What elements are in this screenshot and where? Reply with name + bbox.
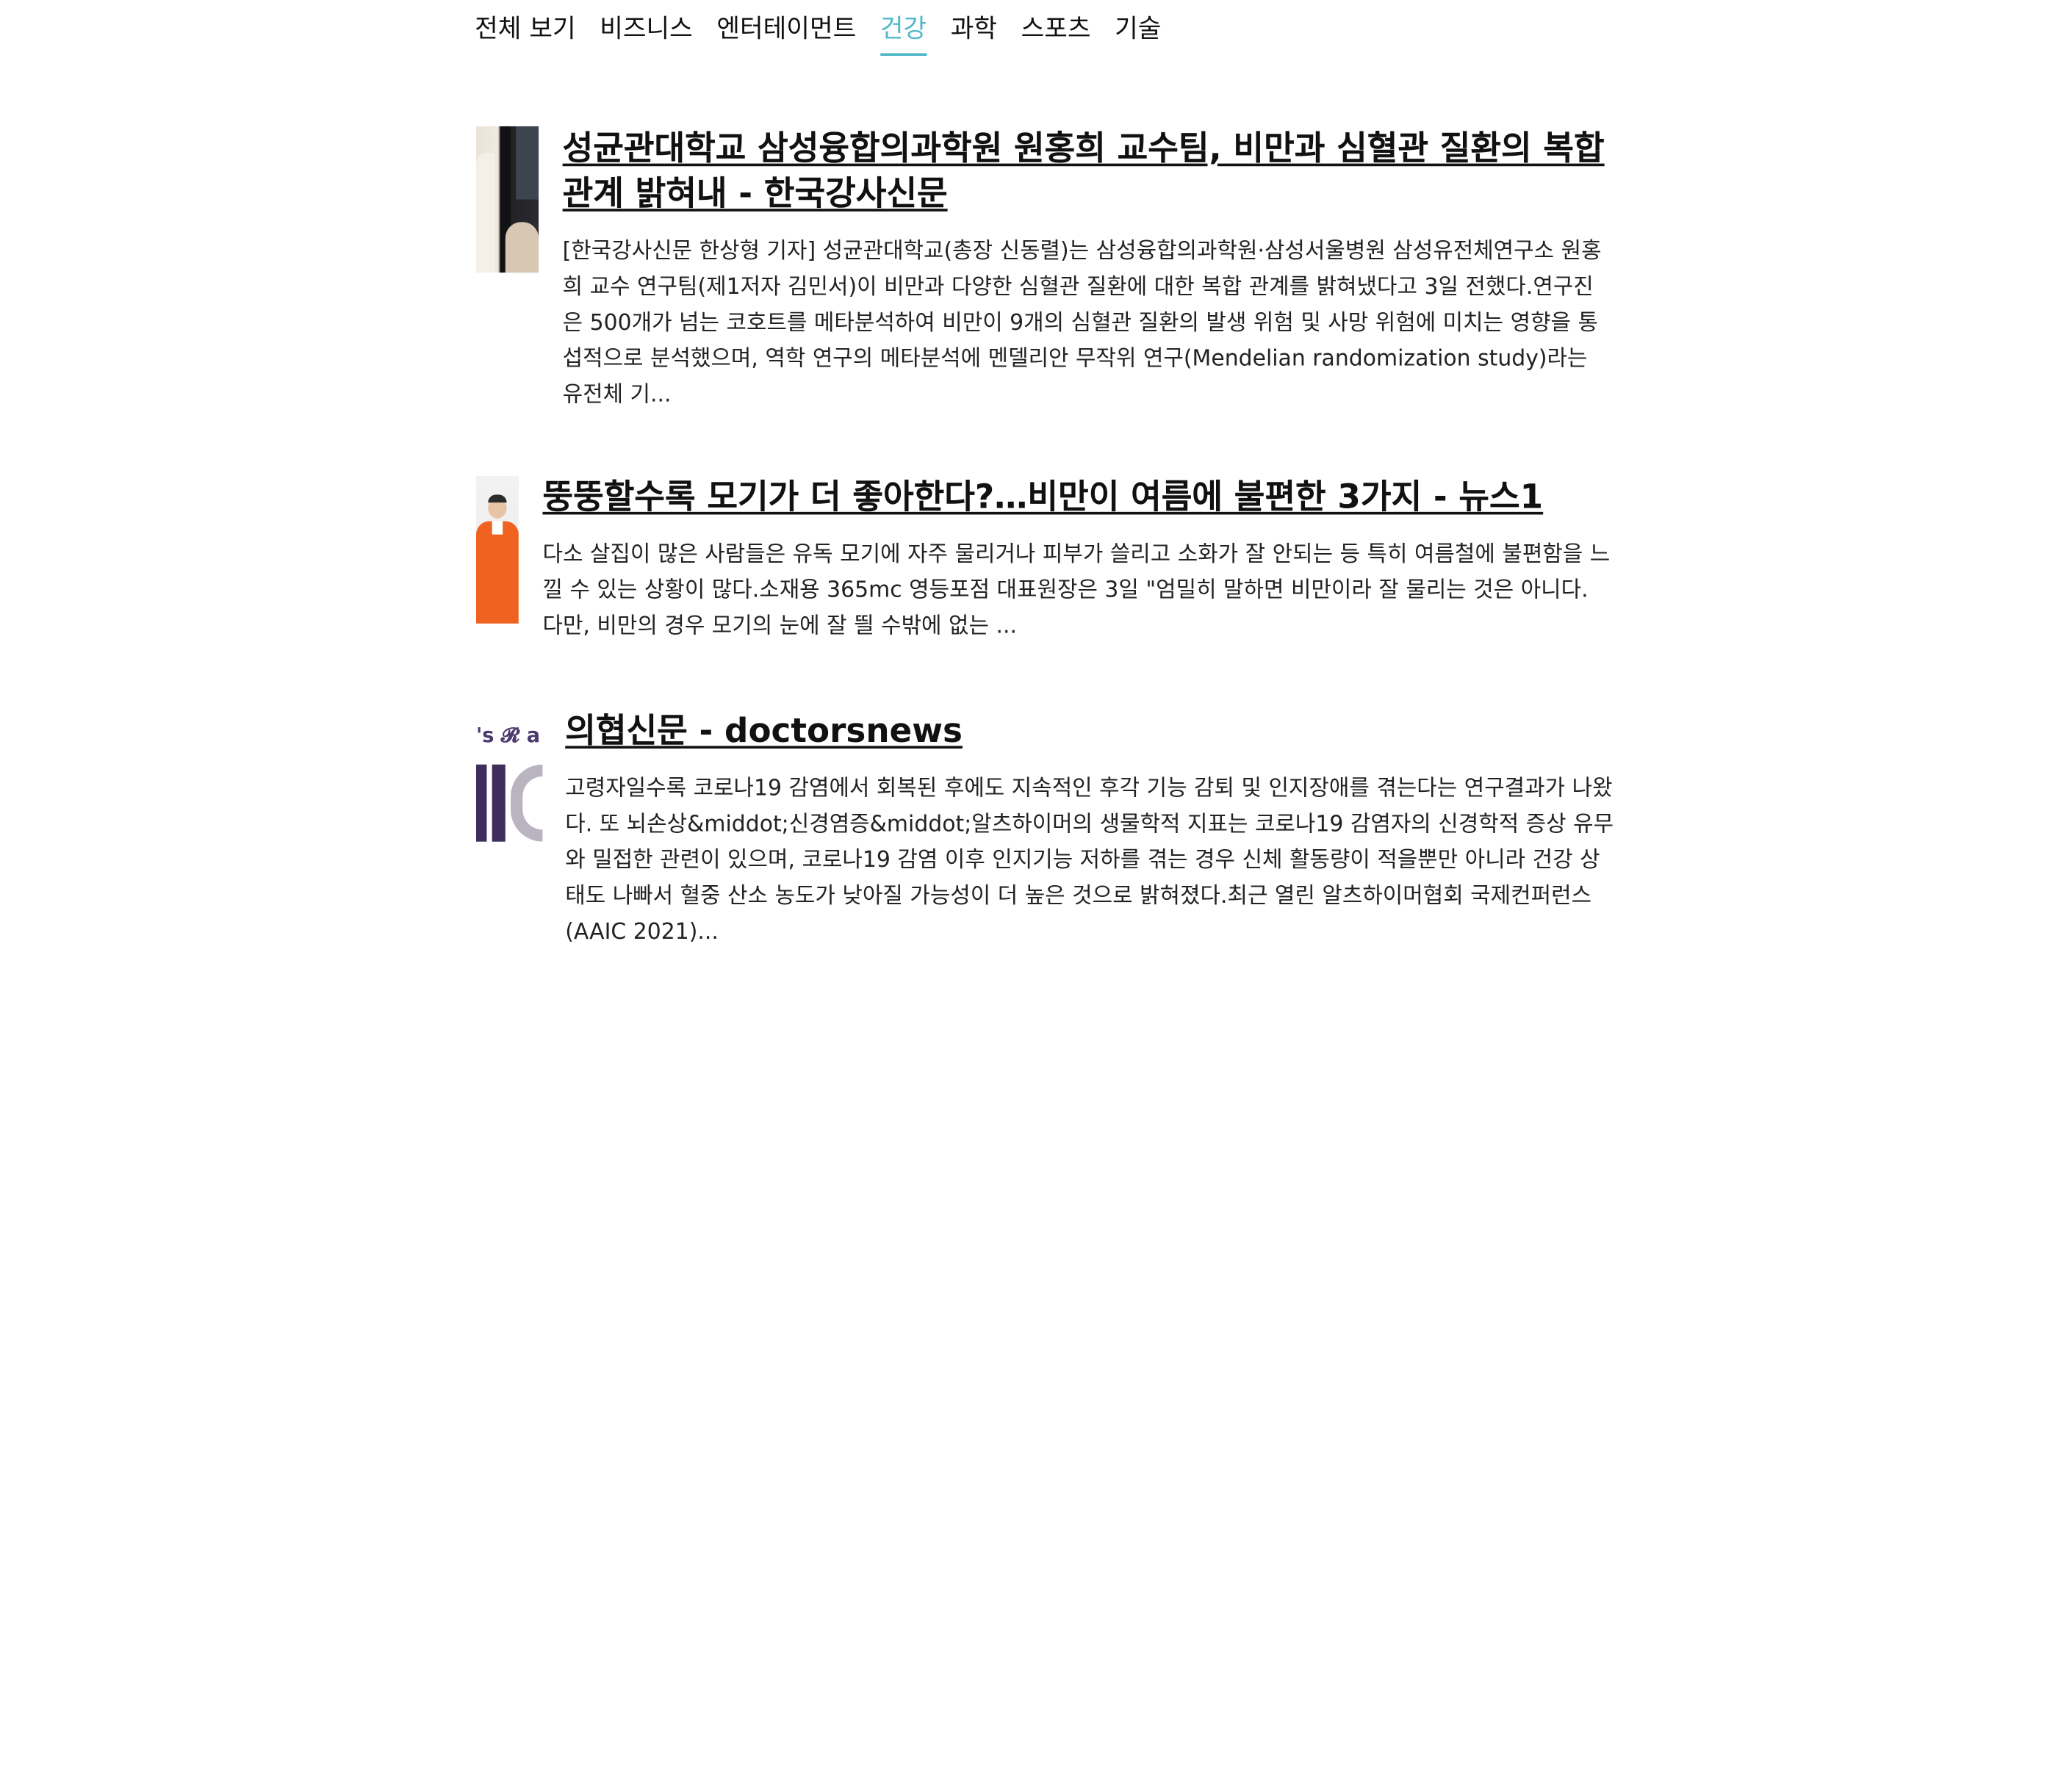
tab-entertainment[interactable]: 엔터테이먼트 xyxy=(716,10,856,53)
category-tabs: 전체 보기 비즈니스 엔터테이먼트 건강 과학 스포츠 기술 xyxy=(475,10,1185,57)
logo-text: 's 𝓡 a xyxy=(475,723,541,748)
article-thumbnail[interactable]: 's 𝓡 a xyxy=(475,719,543,845)
article-title-link[interactable]: 성균관대학교 삼성융합의과학원 원홍희 교수팀, 비만과 심혈관 질환의 복합 … xyxy=(563,126,1614,217)
article-summary: [한국강사신문 한상형 기자] 성균관대학교(총장 신동렬)는 삼성융합의과학원… xyxy=(562,237,1602,407)
article-thumbnail[interactable] xyxy=(475,475,519,624)
article-item: 성균관대학교 삼성융합의과학원 원홍희 교수팀, 비만과 심혈관 질환의 복합 … xyxy=(475,126,1614,412)
article-item: 뚱뚱할수록 모기가 더 좋아한다?…비만이 여름에 불편한 3가지 - 뉴스1 … xyxy=(475,475,1614,643)
article-title-link[interactable]: 뚱뚱할수록 모기가 더 좋아한다?…비만이 여름에 불편한 3가지 - 뉴스1 xyxy=(542,475,1614,520)
article-thumbnail[interactable] xyxy=(475,126,539,273)
news-page: 전체 보기 비즈니스 엔터테이먼트 건강 과학 스포츠 기술 성균관대학교 삼성… xyxy=(0,0,2072,1774)
article-title-link[interactable]: 의협신문 - doctorsnews xyxy=(565,709,1616,754)
tab-sports[interactable]: 스포츠 xyxy=(1021,10,1091,53)
article-summary: 고령자일수록 코로나19 감염에서 회복된 후에도 지속적인 후각 기능 감퇴 … xyxy=(565,775,1614,945)
article-summary: 다소 살집이 많은 사람들은 유독 모기에 자주 물리거나 피부가 쓸리고 소화… xyxy=(542,541,1611,638)
tab-business[interactable]: 비즈니스 xyxy=(600,10,693,53)
tab-all[interactable]: 전체 보기 xyxy=(475,10,576,53)
tab-health[interactable]: 건강 xyxy=(879,10,927,57)
tab-technology[interactable]: 기술 xyxy=(1115,10,1161,53)
tab-science[interactable]: 과학 xyxy=(951,10,997,53)
article-item: 's 𝓡 a 의협신문 - doctorsnews 고령자일수록 코로나19 감… xyxy=(475,709,1616,950)
